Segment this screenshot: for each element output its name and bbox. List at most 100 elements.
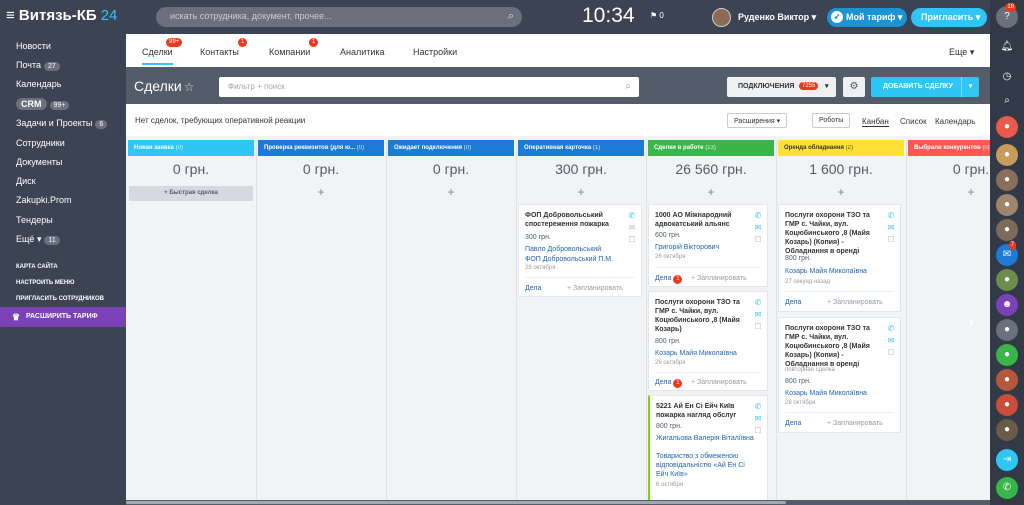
sidebar-item-crm[interactable]: CRM 99+ bbox=[16, 98, 70, 110]
phone-icon[interactable]: ✆ bbox=[886, 210, 896, 222]
history-button[interactable]: ◷ bbox=[996, 66, 1018, 88]
notifications-button[interactable]: 🔔︎ bbox=[996, 36, 1018, 58]
phone-icon[interactable]: ✆ bbox=[753, 210, 763, 222]
contact-avatar[interactable]: ● bbox=[996, 344, 1018, 366]
robots-button[interactable]: Роботы bbox=[812, 113, 851, 128]
tab-settings[interactable]: Настройки bbox=[413, 47, 457, 57]
tab-companies[interactable]: Компании 1 bbox=[269, 38, 319, 57]
invite-staff-link[interactable]: ПРИГЛАСИТЬ СОТРУДНИКОВ bbox=[16, 296, 104, 302]
column-header[interactable]: Проверка реквизитов (для ю... (0) bbox=[258, 140, 384, 156]
deal-activities-link[interactable]: Дела bbox=[525, 285, 541, 292]
chat-icon[interactable]: ☐ bbox=[753, 425, 763, 437]
deal-card[interactable]: Послуги охорони ТЗО та ГМР с. Чайки, вул… bbox=[778, 204, 901, 312]
tab-contacts[interactable]: Контакты 1 bbox=[200, 38, 248, 57]
chat-icon[interactable]: ☐ bbox=[753, 234, 763, 246]
tab-more[interactable]: Еще ▾ bbox=[949, 47, 974, 58]
quick-deal-button[interactable]: + Быстрая сделка bbox=[129, 186, 253, 201]
mail-icon[interactable]: ✉ bbox=[886, 222, 896, 234]
sidebar-item-tenders[interactable]: Тендеры bbox=[16, 215, 53, 225]
horizontal-scrollbar[interactable] bbox=[126, 500, 990, 505]
contact-avatar[interactable]: ● bbox=[996, 419, 1018, 441]
invite-button[interactable]: Пригласить ▾ bbox=[911, 8, 987, 27]
connections-button[interactable]: ПОДКЛЮЧЕНИЯ 7255 ▾ bbox=[727, 77, 836, 97]
column-header[interactable]: Сделки в работе (13) bbox=[648, 140, 774, 156]
my-tariff-button[interactable]: ➶ Мой тариф ▾ bbox=[827, 8, 907, 27]
contact-avatar[interactable]: ● bbox=[996, 394, 1018, 416]
add-deal-plus[interactable]: + bbox=[647, 185, 775, 199]
add-deal-plus[interactable]: + bbox=[517, 185, 645, 199]
view-calendar[interactable]: Календарь bbox=[935, 117, 975, 126]
deal-card[interactable]: ФОП Добровольський спостереження пожарка… bbox=[518, 204, 642, 297]
sidebar-item-calendar[interactable]: Календарь bbox=[16, 79, 61, 89]
contact-avatar[interactable]: ● bbox=[996, 144, 1018, 166]
search-icon[interactable]: ⌕ bbox=[625, 81, 631, 92]
chevron-down-icon[interactable]: ▾ bbox=[961, 77, 979, 97]
contact-avatar[interactable]: ● bbox=[996, 369, 1018, 391]
settings-gear-button[interactable]: ⚙ bbox=[843, 77, 865, 97]
column-header[interactable]: Новая заявка (0) bbox=[128, 140, 254, 156]
filter-search-input[interactable]: Фильтр + поиск ⌕ bbox=[219, 77, 639, 97]
sidebar-item-zakupki[interactable]: Zakupki.Prom bbox=[16, 195, 72, 205]
sidebar-item-mail[interactable]: Почта 27 bbox=[16, 60, 60, 71]
add-deal-plus[interactable]: + bbox=[907, 185, 990, 199]
chat-group-button[interactable]: ✉ 7 bbox=[996, 241, 1018, 266]
chat-icon[interactable]: ☐ bbox=[753, 321, 763, 333]
user-menu[interactable]: Руденко Виктор ▾ bbox=[738, 12, 816, 23]
configure-menu-link[interactable]: НАСТРОИТЬ МЕНЮ bbox=[16, 280, 74, 286]
phone-icon[interactable]: ✆ bbox=[753, 297, 763, 309]
portal-logo[interactable]: ≡ Витязь-КБ 24 bbox=[6, 7, 117, 24]
plan-activity-link[interactable]: + Запланировать bbox=[567, 285, 623, 292]
mail-icon[interactable]: ✉ bbox=[753, 413, 763, 425]
help-button[interactable]: ? 18 bbox=[996, 3, 1018, 28]
add-deal-button[interactable]: ДОБАВИТЬ СДЕЛКУ ▾ bbox=[871, 77, 979, 97]
chat-icon[interactable]: ☐ bbox=[886, 234, 896, 246]
add-deal-plus[interactable]: + bbox=[777, 185, 905, 199]
sidebar-item-news[interactable]: Новости bbox=[16, 41, 51, 51]
deal-activities-link[interactable]: Дела 1 bbox=[655, 275, 683, 284]
scroll-right-icon[interactable]: › bbox=[968, 312, 974, 333]
contact-avatar[interactable]: ● bbox=[996, 319, 1018, 341]
phone-button[interactable]: ✆ bbox=[996, 477, 1018, 499]
open-lines-button[interactable]: ⇥ bbox=[996, 449, 1018, 471]
contact-avatar[interactable]: ● bbox=[996, 269, 1018, 291]
phone-icon[interactable]: ✆ bbox=[627, 210, 637, 222]
column-header[interactable]: Ожидает подключения (0) bbox=[388, 140, 514, 156]
plan-activity-link[interactable]: + Запланировать bbox=[827, 420, 883, 427]
deal-card[interactable]: Послуги охорони ТЗО та ГМР с. Чайки, вул… bbox=[778, 317, 901, 433]
view-kanban[interactable]: Канбан bbox=[862, 117, 889, 127]
sidebar-item-more[interactable]: Ещё ▾ 11 bbox=[16, 234, 60, 245]
contact-avatar[interactable]: ● bbox=[996, 219, 1018, 241]
add-deal-plus[interactable]: + bbox=[257, 185, 385, 199]
tab-analytics[interactable]: Аналитика bbox=[340, 47, 385, 57]
extensions-button[interactable]: Расширения ▾ bbox=[727, 113, 788, 128]
deal-card[interactable]: 5221 Ай Ен Сі Ейч Київ пожарка нагляд об… bbox=[648, 395, 768, 503]
column-header[interactable]: Оренда обладнання (2) bbox=[778, 140, 904, 156]
chat-icon[interactable]: ☐ bbox=[627, 234, 637, 246]
plan-activity-link[interactable]: + Запланировать bbox=[827, 299, 883, 306]
sidebar-item-tasks[interactable]: Задачи и Проекты 6 bbox=[16, 118, 108, 129]
star-icon[interactable]: ☆ bbox=[184, 80, 195, 94]
search-icon[interactable]: ⌕ bbox=[508, 10, 514, 23]
mail-icon[interactable]: ✉ bbox=[753, 222, 763, 234]
deal-card[interactable]: 1000 АО Міжнародний адвокатський альянс … bbox=[648, 204, 768, 287]
user-avatar[interactable] bbox=[712, 8, 731, 27]
search-button[interactable]: ⌕ bbox=[996, 90, 1018, 112]
site-map-link[interactable]: КАРТА САЙТА bbox=[16, 264, 58, 270]
phone-icon[interactable]: ✆ bbox=[886, 323, 896, 335]
sidebar-item-documents[interactable]: Документы bbox=[16, 157, 62, 167]
mail-icon[interactable]: ✉ bbox=[886, 335, 896, 347]
deal-activities-link[interactable]: Дела 1 bbox=[655, 379, 683, 388]
mail-icon[interactable]: ✉ bbox=[753, 309, 763, 321]
deal-activities-link[interactable]: Дела bbox=[785, 299, 801, 306]
plan-activity-link[interactable]: + Запланировать bbox=[691, 379, 747, 386]
sidebar-item-disk[interactable]: Диск bbox=[16, 176, 36, 186]
clock[interactable]: 10:34 bbox=[582, 4, 635, 28]
add-deal-plus[interactable]: + bbox=[387, 185, 515, 199]
column-header[interactable]: Оперативная карточка (1) bbox=[518, 140, 644, 156]
global-search-input[interactable]: искать сотрудника, документ, прочее... ⌕ bbox=[156, 7, 522, 27]
sidebar-item-employees[interactable]: Сотрудники bbox=[16, 138, 65, 148]
view-list[interactable]: Список bbox=[900, 117, 927, 126]
menu-icon[interactable]: ≡ bbox=[6, 7, 19, 24]
flag-counter[interactable]: ⚑ 0 bbox=[650, 11, 664, 20]
column-header[interactable]: Выбрали конкурентов (0) bbox=[908, 140, 990, 156]
